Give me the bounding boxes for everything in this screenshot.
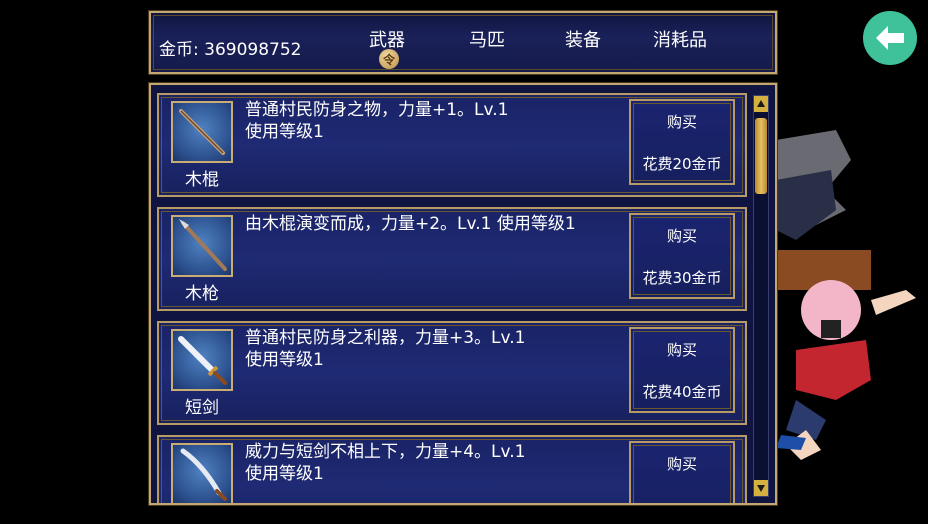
arrow-left-icon [876,26,904,50]
tab-horses[interactable]: 马匹 [469,26,505,52]
tab-consumables[interactable]: 消耗品 [653,26,707,52]
buy-button[interactable]: 购买 花费30金币 [629,213,735,299]
buy-button[interactable]: 购买 [629,441,735,503]
item-description: 普通村民防身之利器，力量+3。Lv.1 使用等级1 [245,328,526,370]
list-item: 威力与短剑不相上下，力量+4。Lv.1 使用等级1 购买 [157,435,747,503]
item-cost: 花费40金币 [642,383,722,401]
list-item: 木棍 普通村民防身之物，力量+1。Lv.1 使用等级1 购买 花费20金币 [157,93,747,197]
buy-button[interactable]: 购买 花费40金币 [629,327,735,413]
character-art [776,120,928,520]
curved-blade-icon [171,443,233,503]
item-description: 由木棍演变而成，力量+2。Lv.1 使用等级1 [245,214,576,234]
item-description: 威力与短剑不相上下，力量+4。Lv.1 使用等级1 [245,442,526,484]
active-tab-badge: 令 [379,49,399,69]
chevron-up-icon [757,100,765,107]
chevron-down-icon [757,485,765,492]
list-item: 木枪 由木棍演变而成，力量+2。Lv.1 使用等级1 购买 花费30金币 [157,207,747,311]
wooden-spear-icon [171,215,233,277]
scroll-down-button[interactable] [754,480,768,496]
back-button[interactable] [863,11,917,65]
wooden-staff-icon [171,101,233,163]
list-item: 短剑 普通村民防身之利器，力量+3。Lv.1 使用等级1 购买 花费40金币 [157,321,747,425]
shop-header: 金币: 369098752 武器 马匹 装备 消耗品 令 [148,10,778,75]
scroll-thumb[interactable] [755,118,767,194]
tab-equipment[interactable]: 装备 [565,26,601,52]
short-sword-icon [171,329,233,391]
item-cost: 花费30金币 [642,269,722,287]
item-name: 木棍 [185,170,219,190]
item-cost: 花费20金币 [642,155,722,173]
scroll-up-button[interactable] [754,96,768,112]
buy-button[interactable]: 购买 花费20金币 [629,99,735,185]
gold-balance: 金币: 369098752 [159,40,302,60]
scrollbar[interactable] [753,95,769,497]
item-description: 普通村民防身之物，力量+1。Lv.1 使用等级1 [245,100,509,142]
item-name: 木枪 [185,284,219,304]
item-list-panel: 木棍 普通村民防身之物，力量+1。Lv.1 使用等级1 购买 花费20金币 木枪… [148,82,778,506]
item-name: 短剑 [185,398,219,418]
